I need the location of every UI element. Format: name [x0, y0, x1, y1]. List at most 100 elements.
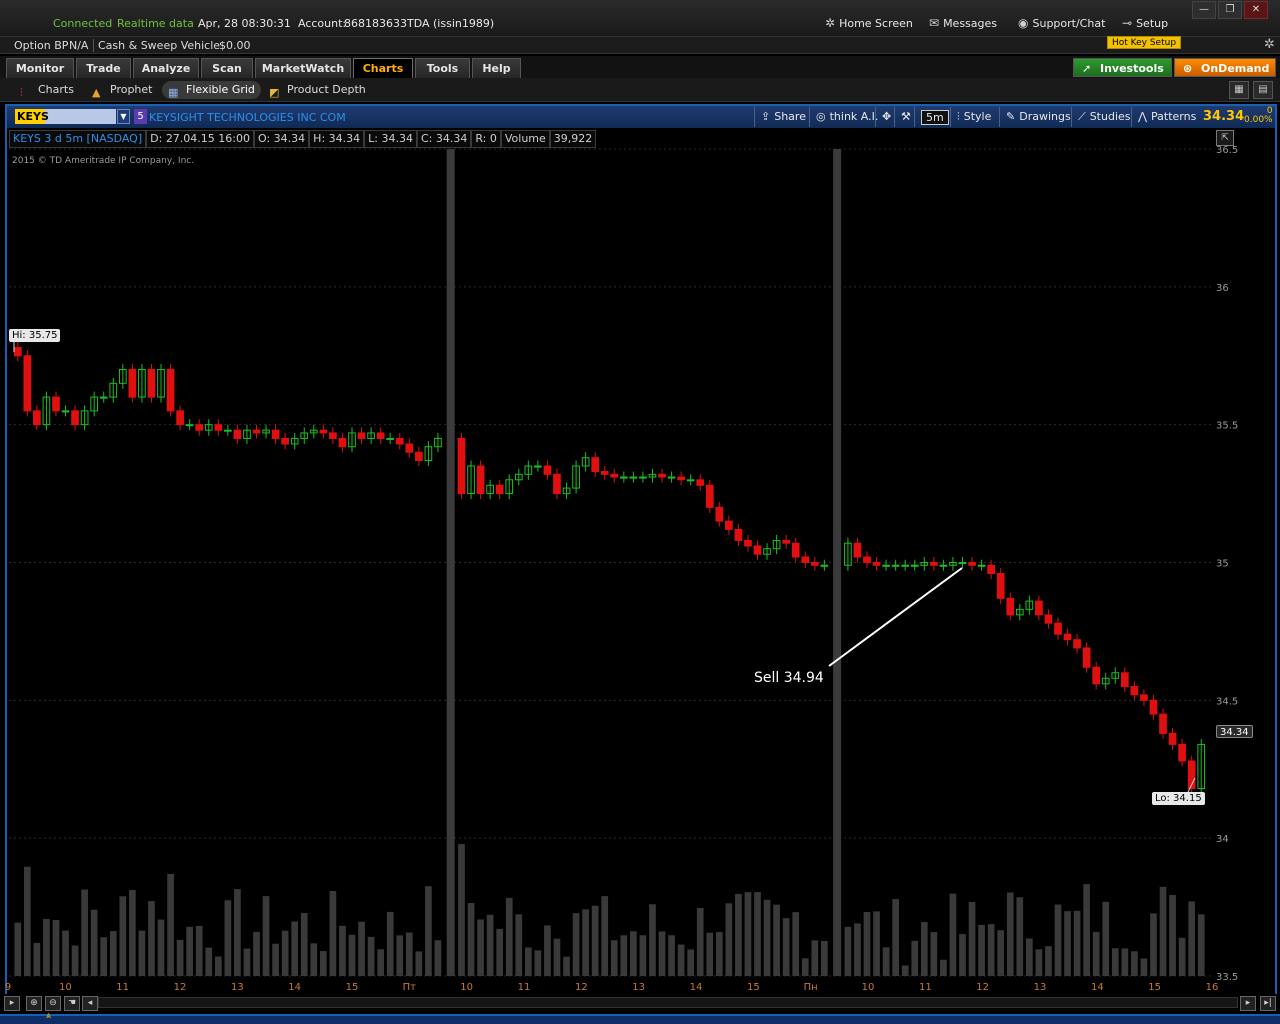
volume-bar: [1140, 958, 1148, 976]
candle-body: [619, 476, 628, 479]
volume-bar: [90, 909, 98, 976]
candle-body: [734, 528, 743, 541]
volume-bar: [821, 940, 828, 976]
volume-bar: [205, 947, 213, 976]
volume-bar: [610, 940, 618, 976]
candle-body: [1159, 713, 1167, 734]
candle-body: [715, 506, 724, 522]
candle-body: [13, 346, 22, 357]
volume-bar: [119, 896, 127, 976]
volume-bar: [434, 940, 442, 976]
price-chart[interactable]: 36.5 36 35.5 35 34.5 34 33.5 9 10 11 12 13 14 15 Пт 10 1…: [0, 0, 1280, 1024]
candle-body: [1006, 597, 1015, 616]
volume-bar: [129, 889, 136, 976]
volume-bar: [658, 931, 666, 976]
volume-bar: [630, 931, 637, 976]
volume-bar: [725, 903, 733, 976]
volume-bar: [639, 935, 647, 976]
volume-bar: [329, 891, 337, 976]
volume-bar: [458, 844, 465, 976]
candle-body: [725, 520, 733, 530]
volume-bar: [486, 914, 494, 976]
current-price-tag: 34.34: [1216, 725, 1253, 738]
volume-bar: [243, 948, 251, 976]
volume-bar: [396, 935, 404, 976]
candle-body: [810, 562, 819, 566]
scroll-right-button[interactable]: ▸: [1240, 996, 1256, 1011]
candle-body: [853, 542, 862, 558]
volume-bar: [792, 912, 800, 976]
volume-bar: [339, 925, 346, 976]
volume-bar: [1092, 931, 1100, 976]
y-tick-label: 33.5: [1216, 972, 1238, 983]
volume-bar: [1083, 884, 1090, 976]
candle-body: [71, 410, 79, 426]
candle-body: [600, 471, 609, 475]
candle-body: [610, 473, 619, 478]
candle-body: [281, 437, 289, 445]
volume-bar: [754, 892, 761, 976]
panel-toggle-button[interactable]: ▸: [4, 996, 20, 1011]
candle-body: [405, 443, 414, 453]
volume-bar: [544, 925, 551, 976]
candle-body: [1092, 666, 1101, 685]
volume-bar: [281, 930, 289, 976]
candle-body: [1054, 622, 1062, 635]
volume-bar: [138, 930, 146, 976]
x-tick-label: 13: [632, 982, 645, 993]
volume-bar: [677, 944, 685, 976]
hi-tag: Hi: 35.75: [9, 329, 61, 342]
candle-body: [195, 424, 204, 431]
x-tick-label: 14: [288, 982, 301, 993]
volume-bar: [358, 921, 365, 976]
volume-bar: [1054, 904, 1062, 976]
volume-bar: [1006, 892, 1014, 976]
volume-bar: [320, 951, 327, 976]
y-tick-label: 35: [1216, 559, 1229, 570]
x-tick-label: 13: [1034, 982, 1047, 993]
candle-body: [872, 562, 881, 566]
zoom-out-icon[interactable]: ⊖: [45, 996, 61, 1011]
collapse-arrow-icon[interactable]: ⩓: [46, 1011, 51, 1021]
candle-body: [176, 410, 184, 426]
volume-bar: [524, 947, 532, 976]
candle-body: [338, 437, 347, 448]
volume-bar: [1111, 948, 1119, 976]
candle-body: [939, 564, 948, 567]
candle-body: [1063, 633, 1072, 641]
scroll-end-button[interactable]: ▸|: [1260, 996, 1276, 1011]
volume-bar: [1159, 886, 1167, 976]
volume-bar: [949, 893, 957, 976]
volume-bar: [33, 942, 41, 976]
volume-bar: [1035, 949, 1043, 976]
pan-hand-icon[interactable]: ☚: [64, 996, 80, 1011]
candle-body: [667, 476, 676, 479]
volume-bar: [1197, 914, 1205, 976]
candle-body: [99, 396, 108, 399]
scroll-left-button[interactable]: ◂: [82, 996, 98, 1011]
volume-bar: [1150, 913, 1157, 976]
volume-bar: [844, 926, 852, 976]
volume-bar: [978, 924, 985, 976]
volume-bar: [195, 925, 203, 976]
candle-body: [930, 562, 938, 566]
candle-body: [128, 369, 137, 398]
candle-body: [820, 564, 829, 567]
candle-body: [1130, 686, 1139, 696]
volume-bar: [873, 911, 880, 976]
candle-body: [977, 564, 986, 567]
y-tick-label: 34: [1216, 834, 1229, 845]
candle-body: [386, 437, 395, 440]
volume-bar: [71, 945, 79, 976]
sell-annotation-line: [828, 567, 963, 667]
volume-bar: [534, 950, 542, 976]
volume-bar: [272, 943, 279, 976]
chart-scrollbar[interactable]: [98, 997, 1238, 1008]
volume-bar: [425, 886, 432, 976]
zoom-in-icon[interactable]: ⊕: [26, 996, 42, 1011]
volume-bar: [100, 937, 108, 976]
volume-bar: [167, 873, 174, 976]
candle-body: [395, 437, 404, 445]
x-tick-label: 10: [59, 982, 72, 993]
candle-body: [658, 473, 666, 478]
